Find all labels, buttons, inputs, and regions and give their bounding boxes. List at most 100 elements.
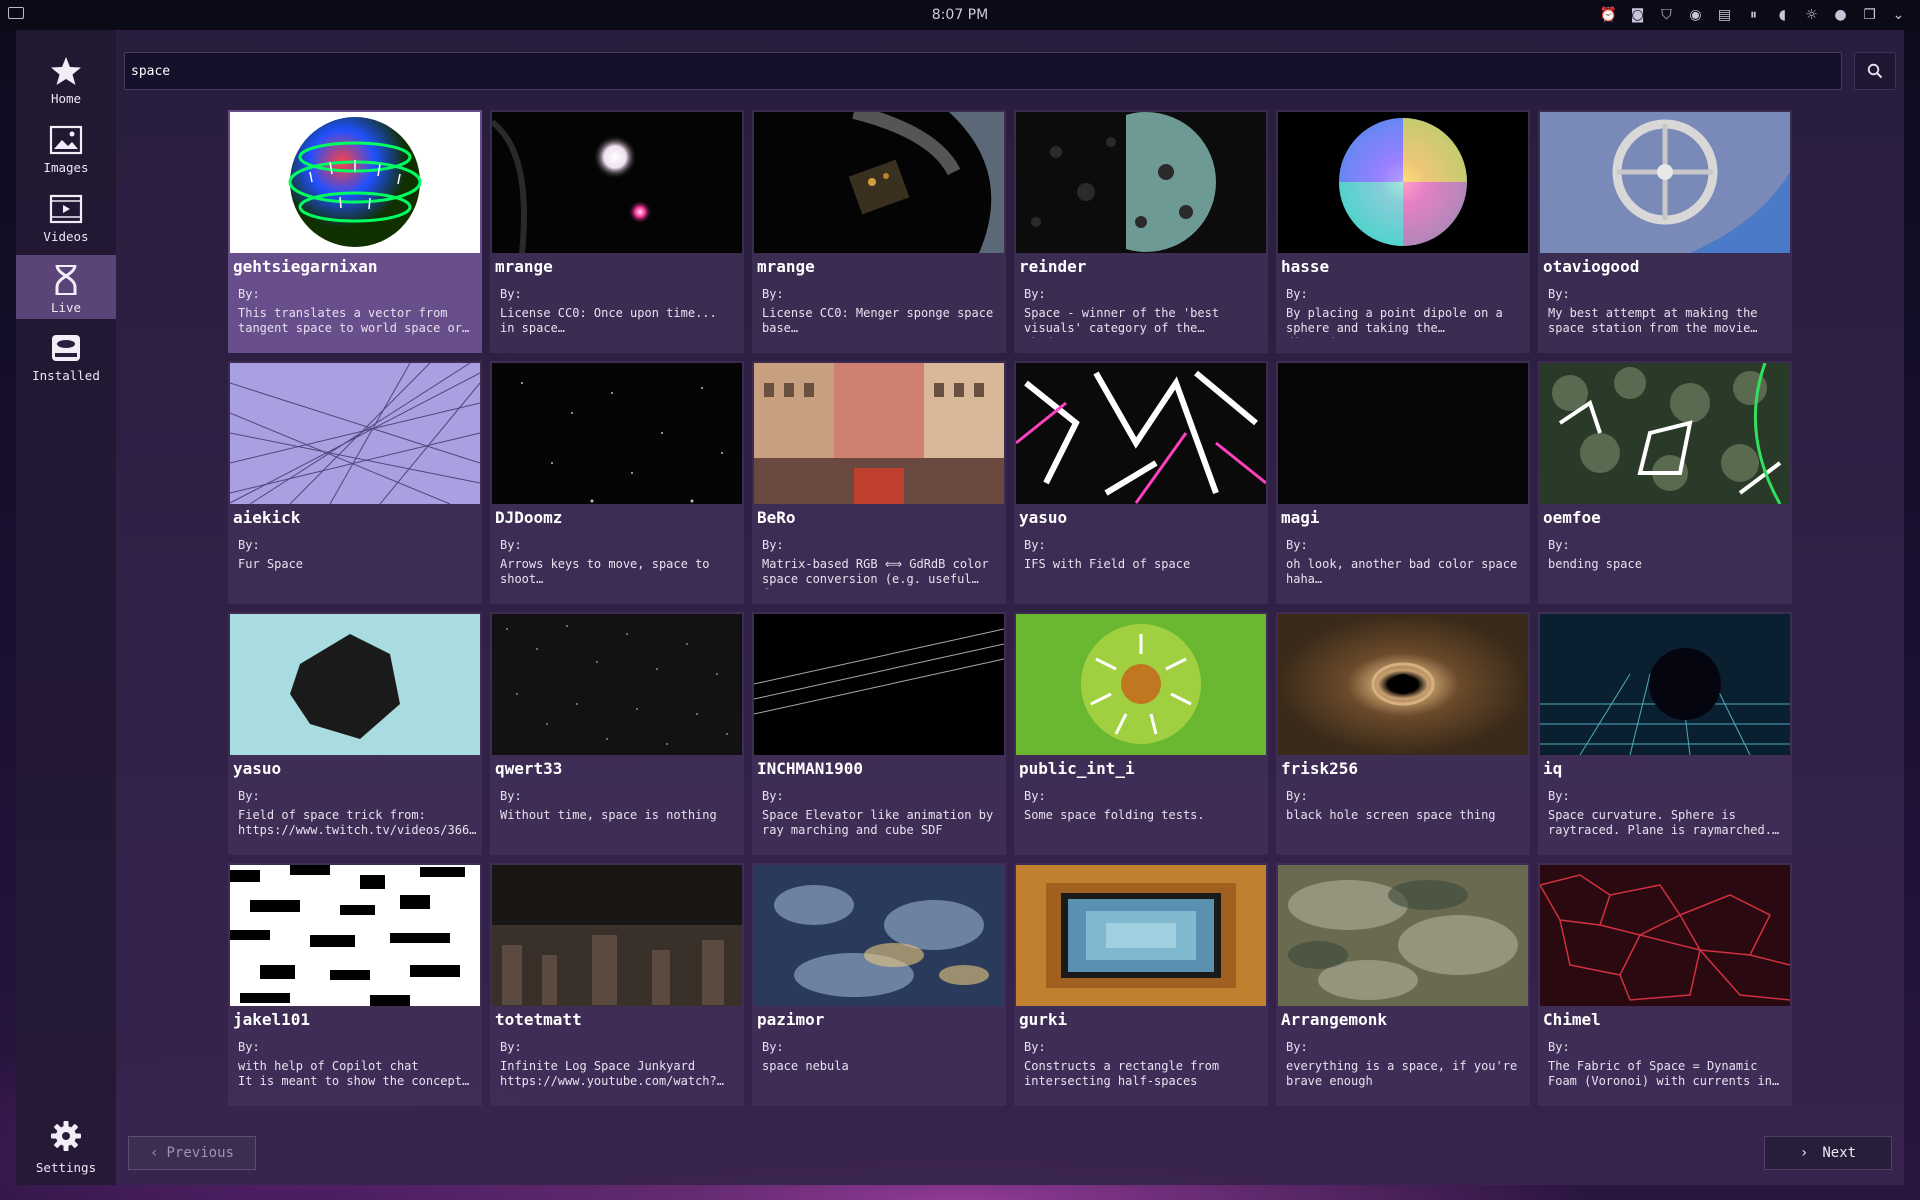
sidebar: Home Images Videos Live Installed Settin… — [16, 30, 116, 1185]
previous-label: Previous — [166, 1145, 234, 1161]
shader-card[interactable]: otaviogood By: My best attempt at making… — [1538, 110, 1792, 353]
card-description: Without time, space is nothing — [500, 808, 717, 822]
app-window: Home Images Videos Live Installed Settin… — [16, 30, 1904, 1185]
card-thumbnail — [754, 614, 1004, 755]
card-title: Chimel — [1543, 1010, 1601, 1029]
shader-card[interactable]: iq By: Space curvature. Sphere is raytra… — [1538, 612, 1792, 855]
shader-card[interactable]: gehtsiegarnixan By: This translates a ve… — [228, 110, 482, 353]
search-input[interactable] — [124, 52, 1842, 90]
sidebar-item-label: Videos — [43, 229, 89, 244]
card-thumbnail — [1540, 363, 1790, 504]
sidebar-item-home[interactable]: Home — [16, 46, 116, 110]
card-thumbnail — [1540, 112, 1790, 253]
shader-card[interactable]: aiekick By: Fur Space — [228, 361, 482, 604]
card-author-label: By: — [1548, 1040, 1570, 1054]
shader-card[interactable]: Chimel By: The Fabric of Space = Dynamic… — [1538, 863, 1792, 1106]
card-author-label: By: — [762, 1040, 784, 1054]
card-thumbnail — [754, 865, 1004, 1006]
discord-icon[interactable]: ◙ — [1628, 5, 1647, 24]
shader-card[interactable]: oemfoe By: bending space — [1538, 361, 1792, 604]
card-thumbnail — [754, 112, 1004, 253]
sidebar-item-images[interactable]: Images — [16, 115, 116, 179]
card-title: reinder — [1019, 257, 1087, 276]
microphone-icon[interactable]: ● — [1831, 5, 1850, 24]
volume-icon[interactable]: ◖ — [1773, 5, 1792, 24]
sidebar-item-videos[interactable]: Videos — [16, 184, 116, 248]
card-author-label: By: — [1286, 1040, 1308, 1054]
card-description: Some space folding tests. — [1024, 808, 1205, 822]
card-title: oemfoe — [1543, 508, 1601, 527]
shader-card[interactable]: pazimor By: space nebula — [752, 863, 1006, 1106]
card-thumbnail — [1016, 112, 1266, 253]
chevron-down-icon[interactable]: ⌄ — [1889, 5, 1908, 24]
results-grid: gehtsiegarnixan By: This translates a ve… — [228, 110, 1812, 1106]
shader-card[interactable]: BeRo By: Matrix-based RGB ⟺ GdRdB color … — [752, 361, 1006, 604]
card-thumbnail — [230, 363, 480, 504]
shader-card[interactable]: frisk256 By: black hole screen space thi… — [1276, 612, 1530, 855]
sidebar-item-settings[interactable]: Settings — [16, 1120, 116, 1180]
pause-icon[interactable]: ⏸ — [1744, 5, 1763, 24]
alarm-icon[interactable]: ⏰ — [1599, 5, 1618, 24]
shader-card[interactable]: jakel101 By: with help of Copilot chat I… — [228, 863, 482, 1106]
clipboard-icon[interactable]: ▤ — [1715, 5, 1734, 24]
gear-icon — [50, 1120, 82, 1154]
sidebar-item-label: Installed — [32, 368, 100, 383]
card-description: Space - winner of the 'best visuals' cat… — [1024, 306, 1220, 338]
card-description: Matrix-based RGB ⟺ GdRdB color space con… — [762, 557, 989, 589]
shield-icon[interactable]: ⛉ — [1657, 5, 1676, 24]
card-title: totetmatt — [495, 1010, 582, 1029]
card-author-label: By: — [238, 789, 260, 803]
card-description: My best attempt at making the space stat… — [1548, 306, 1758, 338]
sidebar-item-label: Home — [50, 91, 82, 106]
card-thumbnail — [1278, 614, 1528, 755]
card-title: otaviogood — [1543, 257, 1640, 276]
shader-card[interactable]: INCHMAN1900 By: Space Elevator like anim… — [752, 612, 1006, 855]
shader-card[interactable]: DJDoomz By: Arrows keys to move, space t… — [490, 361, 744, 604]
shader-card[interactable]: reinder By: Space - winner of the 'best … — [1014, 110, 1268, 353]
shader-card[interactable]: yasuo By: IFS with Field of space — [1014, 361, 1268, 604]
card-title: gurki — [1019, 1010, 1068, 1029]
shader-card[interactable]: mrange By: License CC0: Once upon time..… — [490, 110, 744, 353]
sidebar-item-live[interactable]: Live — [16, 255, 116, 319]
image-icon — [49, 123, 83, 157]
search-button[interactable] — [1854, 52, 1896, 90]
sidebar-item-label: Images — [43, 160, 89, 175]
brightness-icon[interactable]: ☼ — [1802, 5, 1821, 24]
windows-icon[interactable]: ❐ — [1860, 5, 1879, 24]
shader-card[interactable]: Arrangemonk By: everything is a space, i… — [1276, 863, 1530, 1106]
card-description: Infinite Log Space Junkyard https://www.… — [500, 1059, 717, 1091]
sidebar-item-installed[interactable]: Installed — [16, 323, 116, 387]
disk-icon — [49, 331, 83, 365]
card-author-label: By: — [1024, 287, 1046, 301]
card-title: iq — [1543, 759, 1563, 778]
sidebar-item-label: Live — [50, 300, 82, 315]
shader-card[interactable]: gurki By: Constructs a rectangle from in… — [1014, 863, 1268, 1106]
card-description: Constructs a rectangle from intersecting… — [1024, 1059, 1220, 1088]
previous-button[interactable]: ‹ Previous — [128, 1136, 256, 1170]
card-author-label: By: — [500, 287, 522, 301]
card-author-label: By: — [1024, 789, 1046, 803]
card-description: The Fabric of Space = Dynamic Foam (Voro… — [1548, 1059, 1772, 1091]
next-button[interactable]: › Next — [1764, 1136, 1892, 1170]
card-title: yasuo — [1019, 508, 1068, 527]
card-title: pazimor — [757, 1010, 825, 1029]
shader-card[interactable]: hasse By: By placing a point dipole on a… — [1276, 110, 1530, 353]
settings-label: Settings — [35, 1160, 97, 1175]
card-title: jakel101 — [233, 1010, 311, 1029]
shader-card[interactable]: totetmatt By: Infinite Log Space Junkyar… — [490, 863, 744, 1106]
card-title: yasuo — [233, 759, 282, 778]
dna-icon — [49, 263, 83, 297]
card-thumbnail — [492, 865, 742, 1006]
shader-card[interactable]: qwert33 By: Without time, space is nothi… — [490, 612, 744, 855]
search-icon — [1867, 63, 1883, 79]
card-author-label: By: — [238, 538, 260, 552]
card-title: hasse — [1281, 257, 1330, 276]
shader-card[interactable]: magi By: oh look, another bad color spac… — [1276, 361, 1530, 604]
shader-card[interactable]: public_int_i By: Some space folding test… — [1014, 612, 1268, 855]
shader-card[interactable]: mrange By: License CC0: Menger sponge sp… — [752, 110, 1006, 353]
card-thumbnail — [230, 112, 480, 253]
card-author-label: By: — [762, 538, 784, 552]
shader-card[interactable]: yasuo By: Field of space trick from: htt… — [228, 612, 482, 855]
card-title: qwert33 — [495, 759, 563, 778]
steam-icon[interactable]: ◉ — [1686, 5, 1705, 24]
